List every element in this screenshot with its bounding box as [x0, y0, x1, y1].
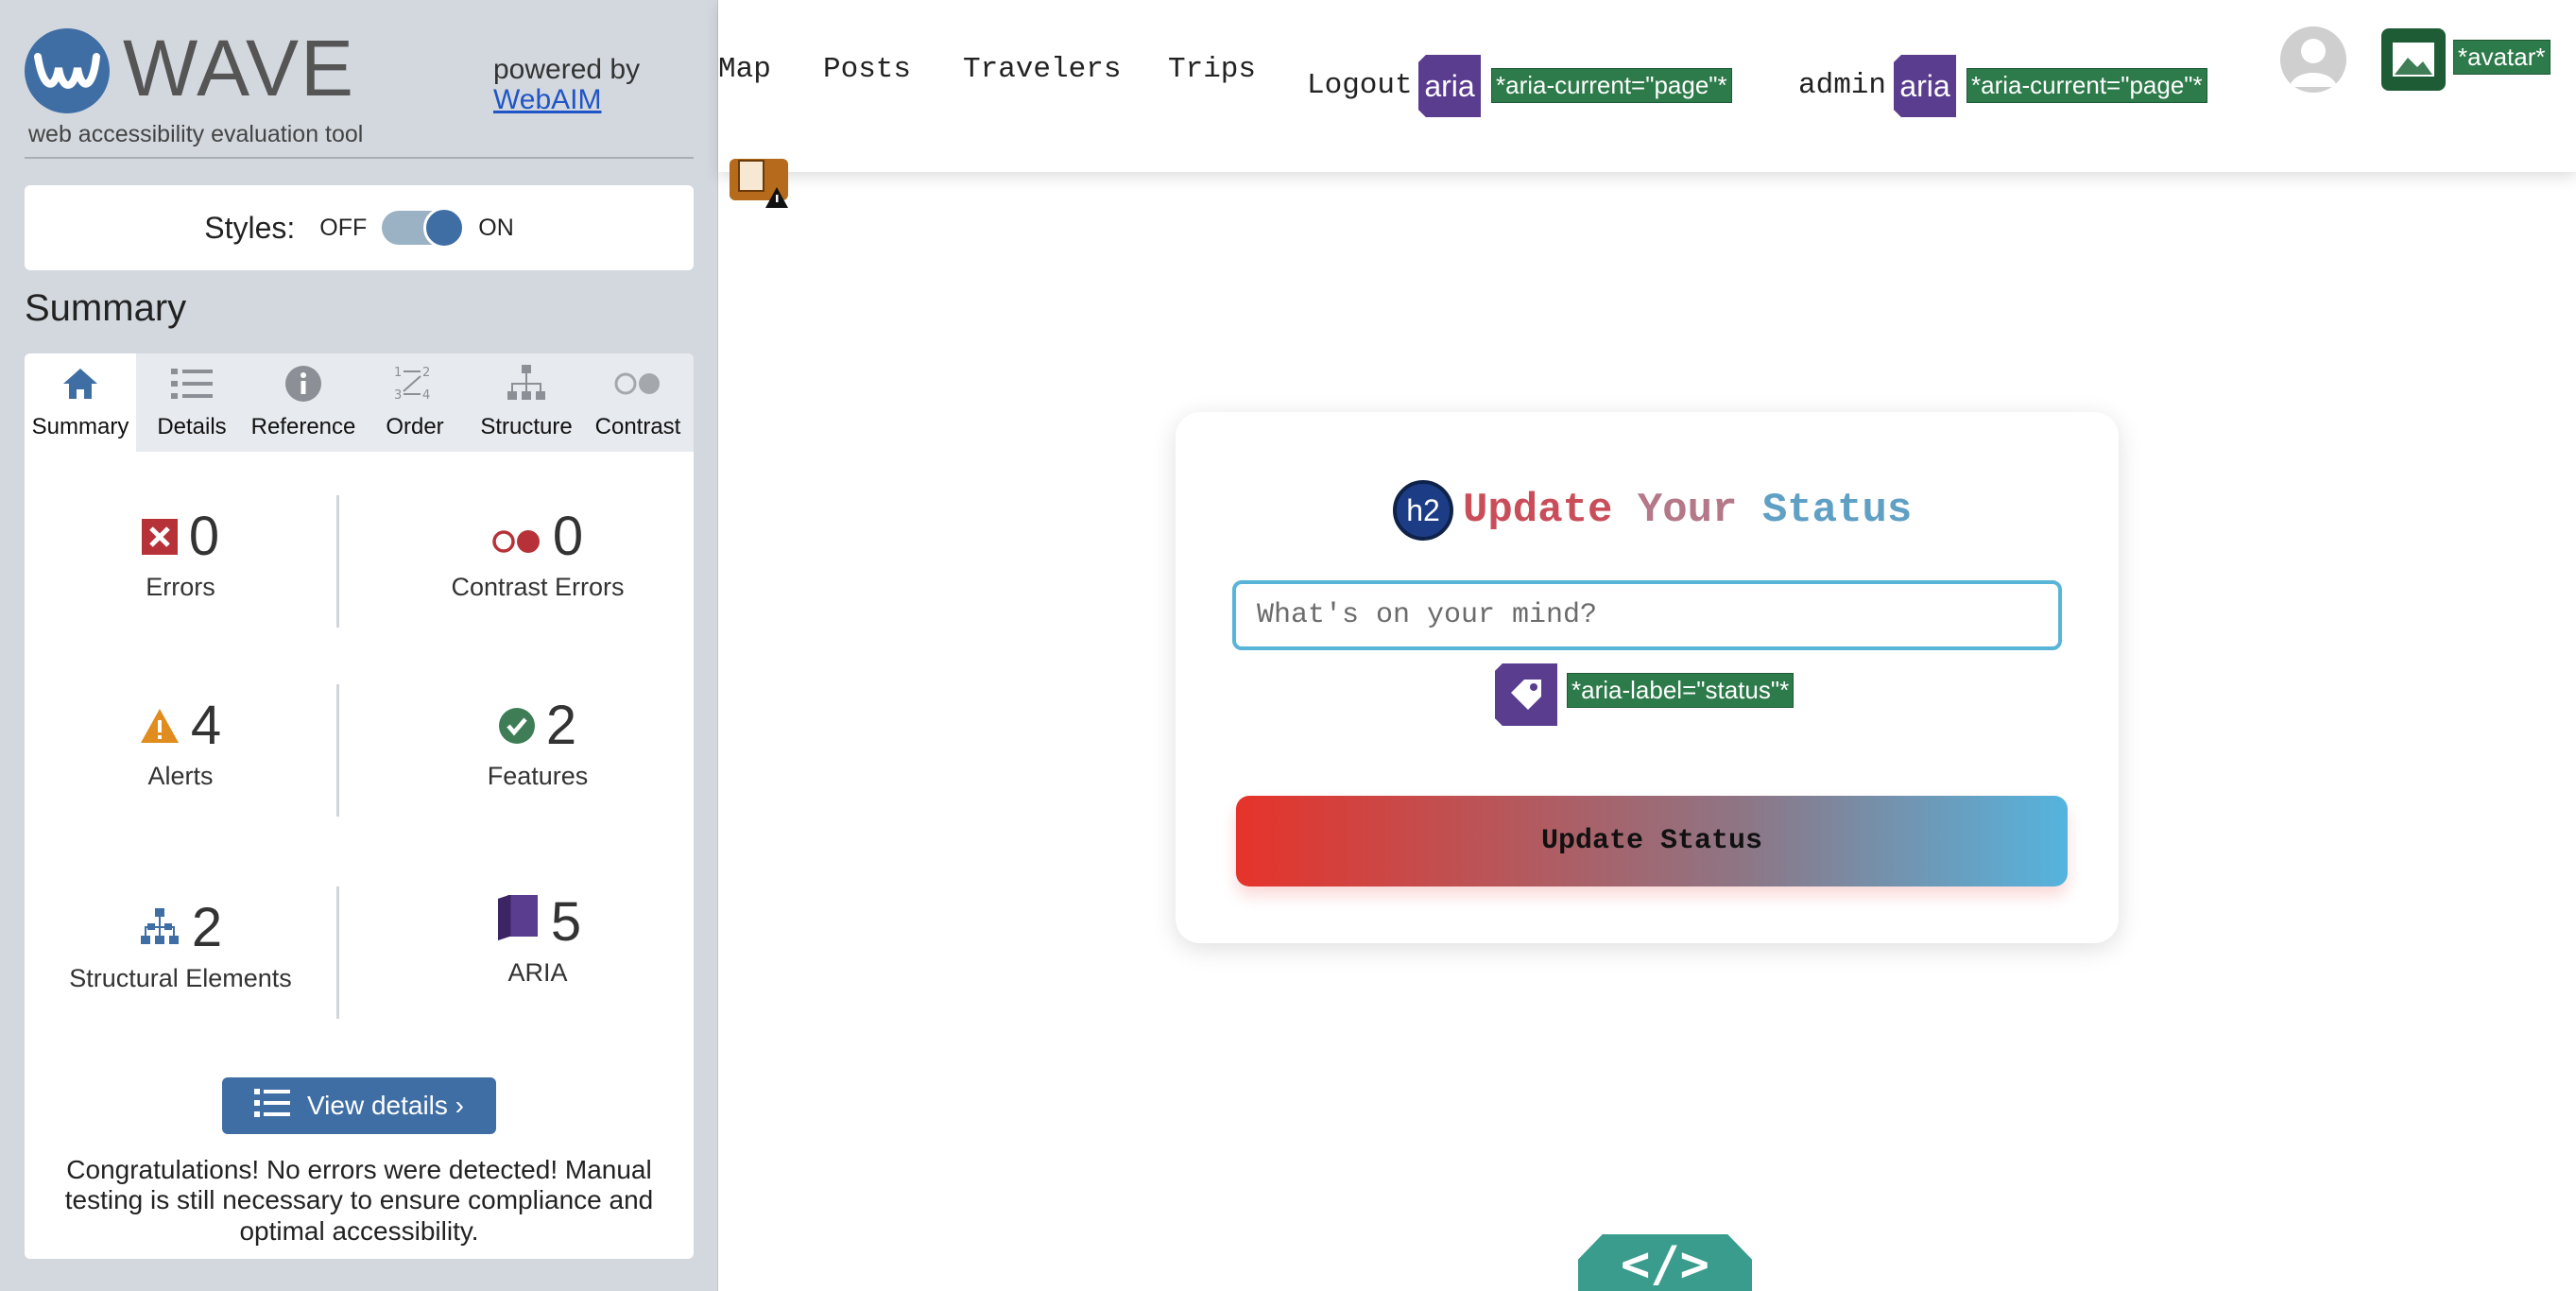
divider — [336, 886, 339, 1019]
status-input[interactable] — [1232, 580, 2062, 650]
powered-by-text: powered by — [493, 54, 641, 85]
structural-label: Structural Elements — [69, 964, 292, 992]
order-icon: 1 2 3 4 — [394, 363, 436, 405]
tab-label: Contrast — [594, 414, 681, 439]
toggle-knob — [423, 207, 466, 249]
tab-details[interactable]: Details — [136, 353, 248, 452]
aria-current-tag: *aria-current="page"* — [1491, 68, 1732, 103]
card-title: Update Your Status — [1463, 487, 1912, 534]
contrast-errors-label: Contrast Errors — [451, 573, 625, 601]
congrats-message: Congratulations! No errors were detected… — [64, 1155, 654, 1246]
alerts-count: 4 — [190, 694, 222, 756]
styles-toggle[interactable] — [382, 207, 466, 249]
errors-stat[interactable]: 0 Errors — [25, 505, 336, 602]
alert-triangle-icon — [140, 694, 180, 757]
aria-stat[interactable]: 5 ARIA — [382, 890, 694, 988]
summary-panel: Summary Details Reference 1 2 3 4 Order Str… — [25, 353, 694, 1259]
aria-label-tag-icon[interactable] — [1495, 663, 1557, 726]
list-icon — [171, 363, 213, 405]
styles-on-label: ON — [478, 214, 514, 241]
nav-link-trips[interactable]: Trips — [1168, 53, 1256, 86]
wave-sidebar: WAVE powered by WebAIM web accessibility… — [0, 0, 718, 1291]
code-icon[interactable]: </> — [1578, 1234, 1752, 1291]
title-word: Your — [1637, 487, 1738, 534]
webaim-link[interactable]: WebAIM — [493, 84, 640, 115]
styles-label: Styles: — [204, 210, 296, 245]
card-heading: h2 Update Your Status — [1393, 480, 1912, 541]
wave-tabs: Summary Details Reference 1 2 3 4 Order Str… — [25, 353, 694, 452]
alerts-stat[interactable]: 4 Alerts — [25, 694, 336, 791]
view-details-button[interactable]: View details › — [222, 1077, 496, 1134]
tab-label: Structure — [480, 414, 573, 439]
nav-link-posts[interactable]: Posts — [823, 53, 911, 86]
wave-title: WAVE — [123, 24, 356, 112]
update-status-button[interactable]: Update Status — [1236, 796, 2068, 886]
structural-count: 2 — [191, 896, 223, 958]
aria-current-tag: *aria-current="page"* — [1966, 68, 2207, 103]
aria-cube-icon — [494, 890, 540, 954]
tab-reference[interactable]: Reference — [248, 353, 359, 452]
contrast-icon — [613, 363, 662, 405]
tab-contrast[interactable]: Contrast — [582, 353, 694, 452]
aria-label-tag: *aria-label="status"* — [1567, 673, 1795, 708]
svg-text:1: 1 — [394, 366, 402, 380]
list-icon — [253, 1088, 290, 1125]
tab-summary[interactable]: Summary — [25, 353, 136, 452]
tab-label: Reference — [250, 414, 356, 439]
divider — [25, 157, 694, 159]
styles-off-label: OFF — [319, 214, 368, 241]
contrast-errors-count: 0 — [552, 505, 584, 567]
styles-toggle-box: Styles: OFF ON — [25, 185, 694, 270]
tab-label: Summary — [31, 414, 129, 439]
contrast-icon — [492, 505, 541, 568]
tab-order[interactable]: 1 2 3 4 Order — [359, 353, 471, 452]
tab-label: Details — [157, 414, 227, 439]
svg-text:2: 2 — [422, 366, 430, 380]
status-card: h2 Update Your Status *aria-label="statu… — [1176, 412, 2119, 943]
features-label: Features — [487, 762, 589, 790]
avatar-alt-tag: *avatar* — [2453, 40, 2550, 75]
title-word: Status — [1761, 487, 1913, 534]
errors-label: Errors — [146, 573, 215, 601]
tab-structure[interactable]: Structure — [471, 353, 582, 452]
features-stat[interactable]: 2 Features — [382, 694, 694, 791]
powered-by: powered by WebAIM — [493, 55, 640, 114]
info-icon — [284, 363, 322, 405]
h2-badge-icon[interactable]: h2 — [1393, 480, 1453, 541]
home-icon — [61, 363, 99, 405]
view-details-label: View details › — [306, 1091, 464, 1120]
check-circle-icon — [498, 694, 535, 757]
divider — [336, 495, 339, 628]
divider — [336, 684, 339, 817]
svg-text:4: 4 — [422, 388, 430, 403]
alerts-label: Alerts — [147, 762, 214, 790]
title-word: Update — [1463, 487, 1613, 534]
alert-document-icon[interactable] — [730, 159, 788, 208]
wave-logo-icon — [25, 28, 110, 113]
aria-badge-icon[interactable]: aria — [1418, 55, 1481, 117]
nav-link-travelers[interactable]: Travelers — [963, 53, 1121, 86]
aria-badge-icon[interactable]: aria — [1894, 55, 1956, 117]
image-icon[interactable] — [2381, 28, 2446, 91]
errors-count: 0 — [188, 505, 220, 567]
nav-link-admin[interactable]: admin — [1798, 69, 1886, 102]
contrast-errors-stat[interactable]: 0 Contrast Errors — [382, 505, 694, 602]
error-x-icon — [141, 505, 178, 568]
nav-link-map[interactable]: Map — [718, 53, 771, 86]
structural-elements-stat[interactable]: 2 Structural Elements — [25, 896, 336, 993]
aria-count: 5 — [550, 890, 582, 953]
user-avatar[interactable] — [2280, 26, 2346, 93]
svg-text:3: 3 — [394, 388, 402, 403]
hierarchy-icon — [139, 896, 180, 959]
wave-tagline: web accessibility evaluation tool — [28, 121, 364, 147]
nav-link-logout[interactable]: Logout — [1307, 69, 1413, 102]
summary-heading: Summary — [25, 287, 187, 329]
tab-label: Order — [386, 414, 444, 439]
aria-label: ARIA — [507, 958, 568, 987]
features-count: 2 — [545, 694, 577, 756]
hierarchy-icon — [506, 363, 547, 405]
